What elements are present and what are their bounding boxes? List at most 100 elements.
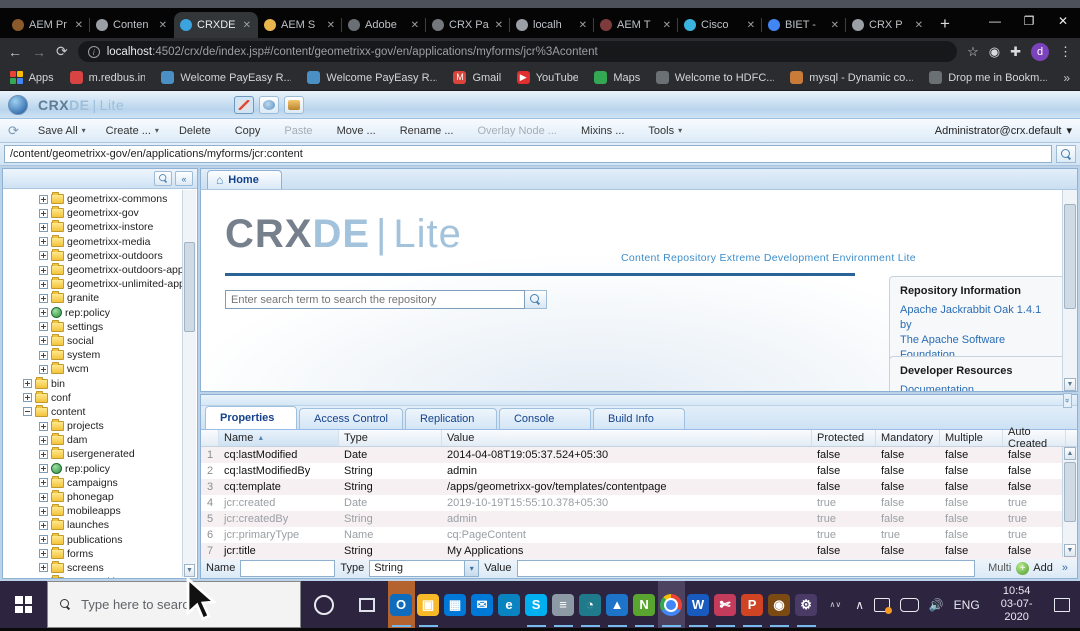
bookmark-item[interactable]: M Gmail — [453, 71, 501, 84]
expand-toggle-icon[interactable] — [39, 322, 48, 332]
table-scroll-down-icon[interactable]: ▼ — [1064, 544, 1076, 557]
tree-node[interactable]: system — [3, 348, 197, 362]
tree-node[interactable]: geometrixx-outdoors — [3, 248, 197, 263]
toolbar-button[interactable]: Delete — [170, 123, 224, 139]
bookmark-star-icon[interactable]: ☆ — [967, 44, 979, 60]
table-row[interactable]: 1 cq:lastModified Date 2014-04-08T19:05:… — [201, 447, 1077, 463]
tree-collapse-button[interactable]: « — [175, 171, 193, 186]
tree-node[interactable]: communities — [3, 575, 197, 578]
expand-toggle-icon[interactable] — [39, 208, 48, 218]
expand-toggle-icon[interactable] — [39, 478, 48, 488]
expand-toggle-icon[interactable] — [39, 520, 48, 530]
bookmark-item[interactable]: m.redbus.in — [69, 71, 145, 84]
browser-tab[interactable]: AEM Pr ✕ — [6, 12, 90, 38]
browser-tab[interactable]: Cisco ✕ — [677, 12, 762, 38]
apps-shortcut[interactable]: Apps — [10, 71, 54, 84]
taskbar-app-button[interactable]: ▣ — [415, 581, 442, 628]
notification-dot-icon[interactable] — [874, 597, 893, 614]
speaker-icon[interactable]: 🔊 — [929, 598, 944, 612]
tree-node[interactable]: geometrixx-instore — [3, 220, 197, 234]
toolbar-button[interactable]: Create ... ▾ — [97, 123, 168, 139]
expand-toggle-icon[interactable] — [39, 563, 48, 573]
tree-node[interactable]: bin — [3, 376, 197, 390]
bookmark-item[interactable]: Drop me in Bookm... — [929, 71, 1047, 84]
table-row[interactable]: 6 jcr:primaryType Name cq:PageContent tr… — [201, 527, 1077, 543]
taskbar-app-button[interactable]: ▲ — [604, 581, 631, 628]
expand-toggle-icon[interactable] — [23, 393, 32, 403]
user-menu[interactable]: Administrator@crx.default ▾ — [935, 124, 1072, 138]
action-center-icon[interactable] — [1053, 597, 1070, 612]
panel-tab[interactable]: Replication — [404, 408, 497, 429]
taskbar-app-button[interactable]: ≡ — [550, 581, 577, 628]
bookmark-item[interactable]: ▶ YouTube — [516, 71, 578, 84]
expand-toggle-icon[interactable] — [39, 549, 48, 559]
toolbar-button[interactable]: Copy — [226, 123, 274, 139]
bookmark-item[interactable]: Welcome PayEasy R... — [161, 71, 291, 84]
content-scroll-thumb[interactable] — [1064, 204, 1076, 309]
column-header-value[interactable]: Value — [442, 430, 812, 446]
taskbar-app-button[interactable]: S — [523, 581, 550, 628]
panel-tab[interactable]: Build Info — [592, 408, 685, 429]
expand-toggle-icon[interactable] — [39, 293, 48, 303]
dev-resource-link[interactable]: Documentation — [900, 383, 1054, 391]
table-row[interactable]: 2 cq:lastModifiedBy String admin false f… — [201, 463, 1077, 479]
tab-close-icon[interactable]: ✕ — [326, 20, 336, 31]
tab-close-icon[interactable]: ✕ — [410, 20, 420, 31]
browser-tab[interactable]: BIET - ✕ — [761, 12, 846, 38]
bookmark-item[interactable]: Welcome to HDFC... — [655, 71, 774, 84]
table-row[interactable]: 3 cq:template String /apps/geometrixx-go… — [201, 479, 1077, 495]
tab-close-icon[interactable]: ✕ — [494, 20, 504, 31]
path-search-button[interactable] — [1056, 145, 1076, 163]
refresh-icon[interactable]: ⟳ — [8, 123, 19, 139]
tree-node[interactable]: rep:policy — [3, 462, 197, 476]
expand-toggle-icon[interactable] — [39, 464, 48, 474]
column-header-name[interactable]: Name ▲ — [219, 430, 339, 446]
browser-tab[interactable]: CRX P ✕ — [845, 12, 930, 38]
tree-node[interactable]: wcm — [3, 362, 197, 376]
tree-node[interactable]: mobileapps — [3, 504, 197, 518]
tab-close-icon[interactable]: ✕ — [242, 20, 252, 31]
minimize-button[interactable]: — — [978, 8, 1012, 38]
tab-close-icon[interactable]: ✕ — [578, 20, 588, 31]
property-name-input[interactable] — [240, 559, 336, 577]
toolbar-button[interactable]: Save All ▾ — [29, 123, 95, 139]
browser-menu-icon[interactable]: ⋮ — [1059, 44, 1072, 60]
panel-tab[interactable]: Console — [498, 408, 591, 429]
property-value-input[interactable] — [516, 559, 976, 577]
bookmark-item[interactable]: Maps — [594, 71, 640, 84]
expand-toggle-icon[interactable] — [39, 336, 48, 346]
taskbar-app-button[interactable]: W — [685, 581, 712, 628]
clock[interactable]: 10:54 03-07-2020 — [990, 585, 1044, 624]
url-omnibox[interactable]: i localhost:4502/crx/de/index.jsp#/conte… — [77, 41, 958, 62]
expand-toggle-icon[interactable] — [39, 194, 48, 204]
taskbar-app-button[interactable]: e — [496, 581, 523, 628]
tree-node[interactable]: rep:policy — [3, 306, 197, 320]
expand-toggle-icon[interactable] — [23, 407, 32, 417]
tab-close-icon[interactable]: ✕ — [914, 20, 924, 31]
tree-node[interactable]: phonegap — [3, 490, 197, 504]
expand-toggle-icon[interactable] — [39, 350, 48, 360]
tree-node[interactable]: campaigns — [3, 475, 197, 490]
tree-scrollbar[interactable]: ▼ — [182, 190, 196, 577]
multi-label[interactable]: Multi — [988, 562, 1011, 574]
bookmarks-overflow-icon[interactable]: » — [1063, 71, 1070, 85]
toolbar-button[interactable]: Paste — [275, 123, 325, 139]
toolbar-button[interactable]: Overlay Node ... — [469, 123, 570, 139]
tree-node[interactable]: dam — [3, 433, 197, 447]
expand-toggle-icon[interactable] — [39, 435, 48, 445]
repository-search-input[interactable] — [225, 290, 525, 309]
tree-node[interactable]: forms — [3, 546, 197, 561]
tree-node[interactable]: settings — [3, 319, 197, 334]
bookmark-item[interactable]: mysql - Dynamic co... — [790, 71, 913, 84]
property-type-select[interactable]: String ▾ — [369, 559, 480, 577]
tree-node[interactable]: publications — [3, 532, 197, 547]
pen-tablet-icon[interactable] — [900, 597, 919, 612]
package-icon-button[interactable] — [284, 95, 305, 114]
tree-scroll-thumb[interactable] — [184, 242, 195, 332]
tree-node[interactable]: conf — [3, 390, 197, 405]
tab-close-icon[interactable]: ✕ — [830, 20, 840, 31]
browser-tab[interactable]: localh ✕ — [509, 12, 594, 38]
web-view-icon-button[interactable] — [259, 95, 280, 114]
expand-toggle-icon[interactable] — [39, 265, 48, 275]
panel-tab[interactable]: Access Control — [299, 408, 403, 429]
